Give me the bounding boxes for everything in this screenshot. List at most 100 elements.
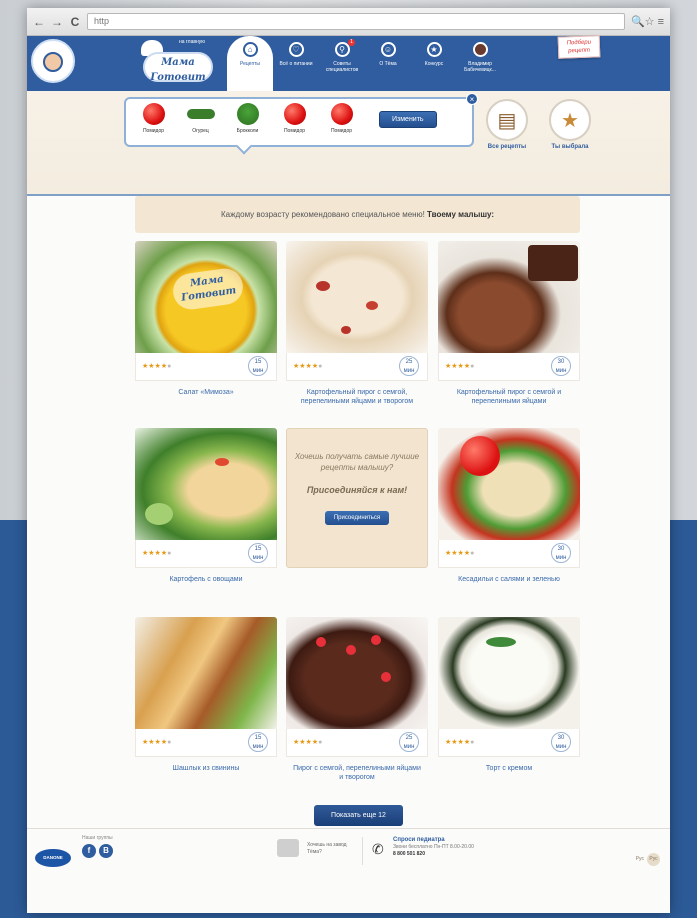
cook-time-badge: 25 мин <box>399 732 419 752</box>
nav-label: О Тёма <box>379 61 397 67</box>
recipe-card[interactable]: ★★★★● 30 мин Кесадильи с салями и зеленью <box>438 428 580 584</box>
change-ingredients-button[interactable]: Изменить <box>379 111 437 128</box>
facebook-icon[interactable]: f <box>82 844 96 858</box>
footer-divider <box>362 837 363 865</box>
nav-profile[interactable]: Владимир Бабичевицк... <box>457 36 503 91</box>
recipe-title[interactable]: Торт с кремом <box>438 764 580 773</box>
banner-text: Каждому возрасту рекомендовано специальн… <box>220 210 425 219</box>
site-footer: DANONE Наши группы f B Хочешь на завод Т… <box>27 828 670 913</box>
recipe-card[interactable]: ★★★★● 15 мин Шашлык из свинины <box>135 617 277 773</box>
all-recipes-label: Все рецепты <box>487 144 527 150</box>
show-more-button[interactable]: Показать еще 12 <box>314 805 403 826</box>
browser-tools-icon[interactable]: 🔍☆ ≡ <box>631 15 664 28</box>
broccoli-icon <box>236 103 259 125</box>
your-choice-button[interactable]: ★ Ты выбрала <box>545 99 595 150</box>
nav-recipes[interactable]: ⌂ Рецепты <box>227 36 273 91</box>
logo-text-2: Готовит <box>150 72 206 83</box>
truck-icon <box>277 839 299 857</box>
recipe-photo <box>286 241 428 353</box>
join-question: Хочешь получать самые лучшие рецепты мал… <box>294 452 420 472</box>
cook-time-badge: 30 мин <box>551 356 571 376</box>
cook-time-badge: 30 мин <box>551 543 571 563</box>
rating-stars: ★★★★● <box>142 363 172 370</box>
ingredient-item[interactable]: Помидор <box>132 103 175 134</box>
nav-contest[interactable]: ★ Конкурс <box>411 36 457 91</box>
recipe-title[interactable]: Шашлык из свинины <box>135 764 277 773</box>
site-header: на главную Мама Готовит ⌂ Рецепты ♡ Всё о… <box>27 35 670 91</box>
nav-label: Советы специалистов <box>325 61 359 73</box>
recipe-photo: Мама Готовит <box>135 241 277 353</box>
join-cta: Присоединяйся к нам! <box>306 485 408 495</box>
nav-label: Всё о питании <box>279 61 313 67</box>
vk-icon[interactable]: B <box>99 844 113 858</box>
language-button[interactable]: Рус <box>647 853 660 866</box>
cucumber-icon <box>186 109 215 119</box>
main-nav: ⌂ Рецепты ♡ Всё о питании ⚲ 1 Советы спе… <box>227 36 503 91</box>
recipe-card[interactable]: ★★★★● 30 мин Торт с кремом <box>438 617 580 773</box>
recipe-title[interactable]: Картофель с овощами <box>135 575 277 584</box>
ingredient-item[interactable]: Помидор <box>320 103 363 134</box>
recipe-card[interactable]: ★★★★● 25 мин Картофельный пирог с семгой,… <box>286 241 428 406</box>
recipe-card[interactable]: ★★★★● 25 мин Пирог с семгой, перепелиными… <box>286 617 428 782</box>
recipe-photo <box>286 617 428 729</box>
danone-logo[interactable]: DANONE <box>35 849 71 867</box>
back-icon[interactable]: ← <box>33 15 45 29</box>
banner-bold[interactable]: Твоему малышу: <box>427 210 494 219</box>
browser-window: ← → C http 🔍☆ ≡ на главную Мама Готовит ⌂… <box>27 8 670 913</box>
age-menu-banner: Каждому возрасту рекомендовано специальн… <box>135 196 580 233</box>
recipe-card[interactable]: Мама Готовит ★★★★● 15 мин Салат «Мимоза» <box>135 241 277 397</box>
nav-label: Рецепты <box>239 61 261 67</box>
join-promo-card: Хочешь получать самые лучшие рецепты мал… <box>286 428 428 568</box>
join-button[interactable]: Присоединиться <box>324 511 390 525</box>
logo-home-label: на главную <box>179 39 206 45</box>
rating-stars: ★★★★● <box>293 363 323 370</box>
face-icon: ☺ <box>380 42 396 57</box>
browser-toolbar: ← → C http 🔍☆ ≡ <box>27 8 670 36</box>
rating-stars: ★★★★● <box>142 550 172 557</box>
recipe-title[interactable]: Кесадильи с салями и зеленью <box>438 575 580 584</box>
notification-badge: 1 <box>348 39 355 46</box>
nav-nutrition[interactable]: ♡ Всё о питании <box>273 36 319 91</box>
ingredient-item[interactable]: Брокколи <box>226 103 269 134</box>
tomato-icon <box>283 103 306 125</box>
ingredient-label: Помидор <box>142 128 165 134</box>
reload-icon[interactable]: C <box>69 15 81 29</box>
ingredient-label: Помидор <box>283 128 306 134</box>
book-icon: ▤ <box>486 99 528 141</box>
recipe-finder-tag[interactable]: Подбери рецепт <box>557 35 601 59</box>
pediatrician-phone: 8 800 501 820 <box>393 851 425 857</box>
forward-icon[interactable]: → <box>51 15 63 29</box>
rating-stars: ★★★★● <box>445 363 475 370</box>
ask-pediatrician[interactable]: Спроси педиатра Звони бесплатно Пн-ПТ 8.… <box>393 837 474 858</box>
recipe-card[interactable]: ★★★★● 15 мин Картофель с овощами <box>135 428 277 584</box>
address-bar[interactable]: http <box>87 13 625 30</box>
star-icon: ★ <box>549 99 591 141</box>
nav-specialists[interactable]: ⚲ 1 Советы специалистов <box>319 36 365 91</box>
recipe-title[interactable]: Салат «Мимоза» <box>135 388 277 397</box>
close-icon[interactable]: × <box>466 93 478 105</box>
search-icon: ⚲ <box>334 42 350 57</box>
rating-stars: ★★★★● <box>445 739 475 746</box>
avatar <box>472 42 488 57</box>
cook-time-badge: 25 мин <box>399 356 419 376</box>
recipe-photo <box>135 428 277 540</box>
language-switch[interactable]: Рус Рус <box>633 853 660 866</box>
ingredient-picker: Помидор Огурец Брокколи Помидор Помидор … <box>124 93 478 155</box>
ingredient-item[interactable]: Помидор <box>273 103 316 134</box>
recipe-photo <box>438 617 580 729</box>
rating-stars: ★★★★● <box>445 550 475 557</box>
ingredient-label: Огурец <box>192 128 209 134</box>
all-recipes-button[interactable]: ▤ Все рецепты <box>482 99 532 150</box>
ingredient-label: Брокколи <box>236 128 259 134</box>
ingredient-item[interactable]: Огурец <box>179 103 222 134</box>
recipe-title[interactable]: Пирог с семгой, перепелиными яйцами и тв… <box>286 764 428 782</box>
site-logo[interactable]: на главную Мама Готовит <box>137 39 215 85</box>
recipe-title[interactable]: Картофельный пирог с семгой и перепелины… <box>438 388 580 406</box>
recipe-photo <box>135 617 277 729</box>
recipe-title[interactable]: Картофельный пирог с семгой, перепелиным… <box>286 388 428 406</box>
factory-visit-text: Хочешь на завод Тёма? <box>307 842 347 855</box>
brand-mascot-logo[interactable] <box>31 39 75 83</box>
recipe-card[interactable]: ★★★★● 30 мин Картофельный пирог с семгой … <box>438 241 580 406</box>
nav-about[interactable]: ☺ О Тёма <box>365 36 411 91</box>
ingredient-picker-band: Помидор Огурец Брокколи Помидор Помидор … <box>27 91 670 196</box>
